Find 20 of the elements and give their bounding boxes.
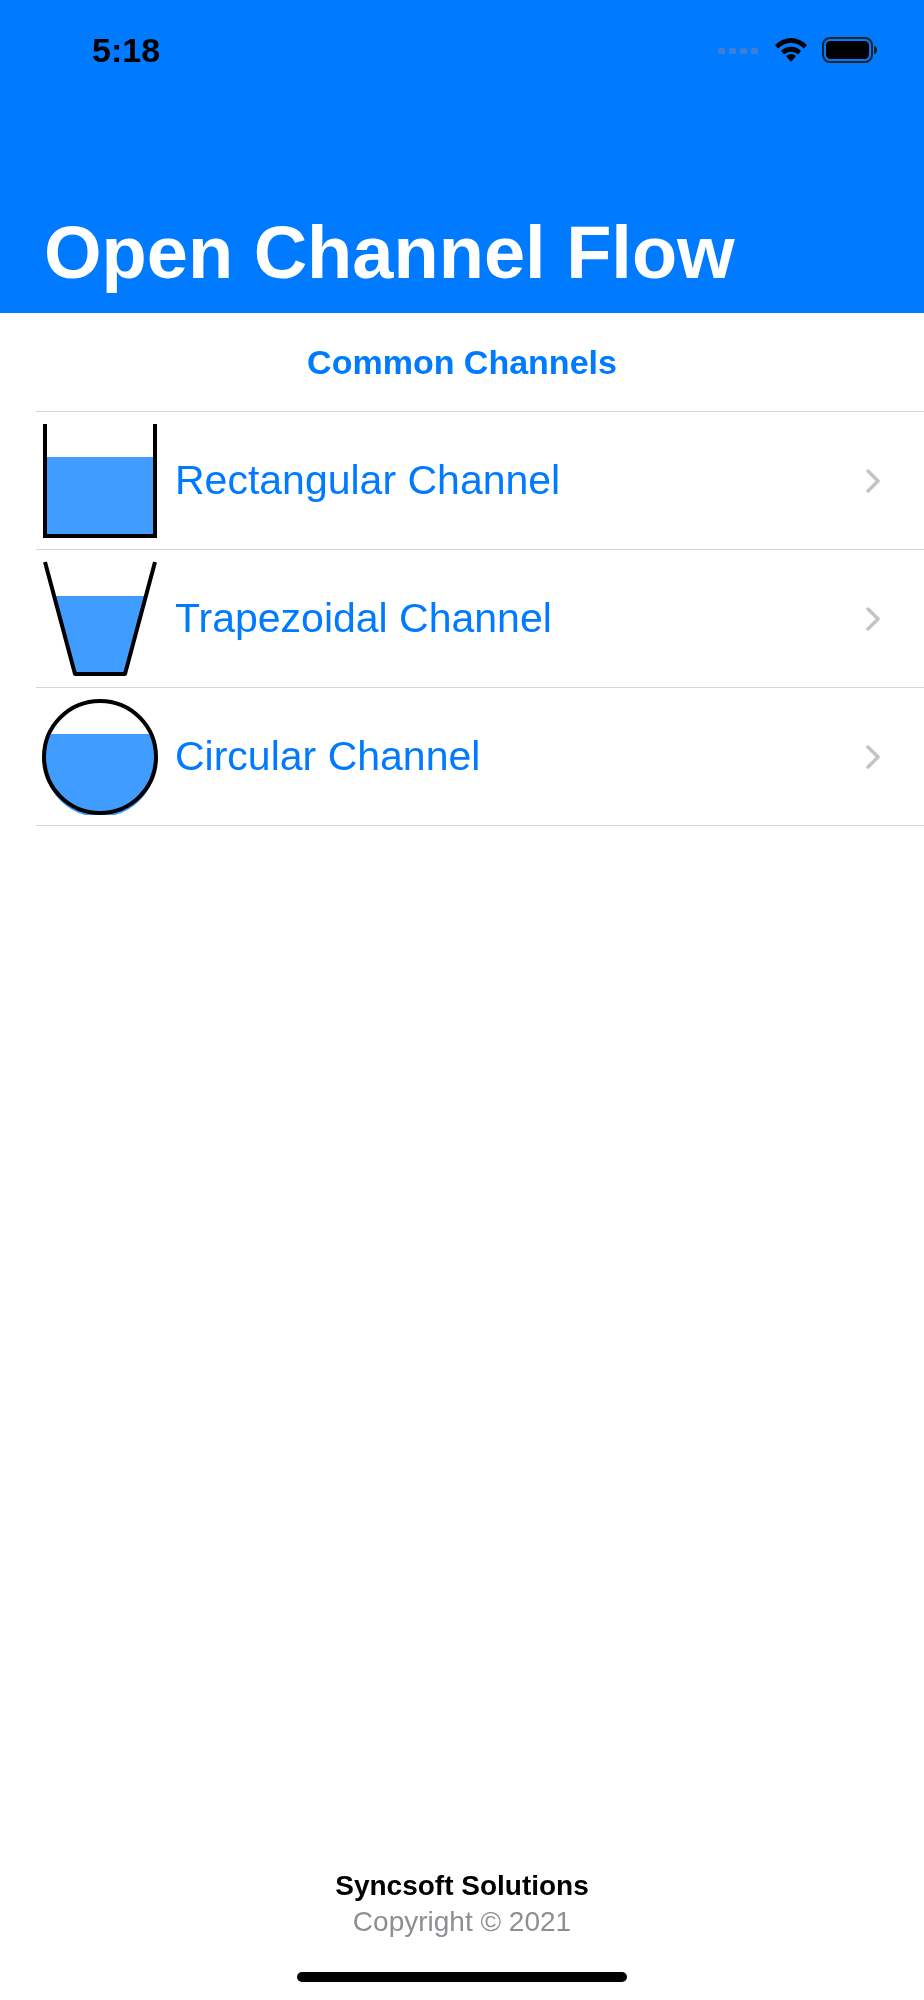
channel-label: Circular Channel: [175, 733, 482, 780]
chevron-icon: [866, 606, 880, 631]
channel-label: Rectangular Channel: [175, 457, 562, 504]
status-time: 5:18: [92, 30, 161, 70]
channel-row[interactable]: Trapezoidal Channel: [36, 550, 924, 688]
chevron-icon: [866, 468, 880, 493]
section-header: Common Channels: [306, 342, 618, 383]
trapezoidal-channel-icon: [42, 560, 158, 677]
battery-icon: [822, 37, 878, 63]
rectangular-channel-icon: [42, 422, 158, 539]
company-name: Syncsoft Solutions: [335, 1870, 589, 1902]
channel-row[interactable]: Circular Channel: [36, 688, 924, 826]
chevron-icon: [866, 744, 880, 769]
signal-icon: [718, 45, 760, 55]
channel-label: Trapezoidal Channel: [175, 595, 553, 642]
screen-title: Open Channel Flow: [43, 211, 736, 296]
copyright-text: Copyright © 2021: [352, 1906, 572, 1938]
wifi-icon: [774, 37, 808, 63]
circular-channel-icon: [42, 698, 158, 815]
channel-row[interactable]: Rectangular Channel: [36, 412, 924, 550]
